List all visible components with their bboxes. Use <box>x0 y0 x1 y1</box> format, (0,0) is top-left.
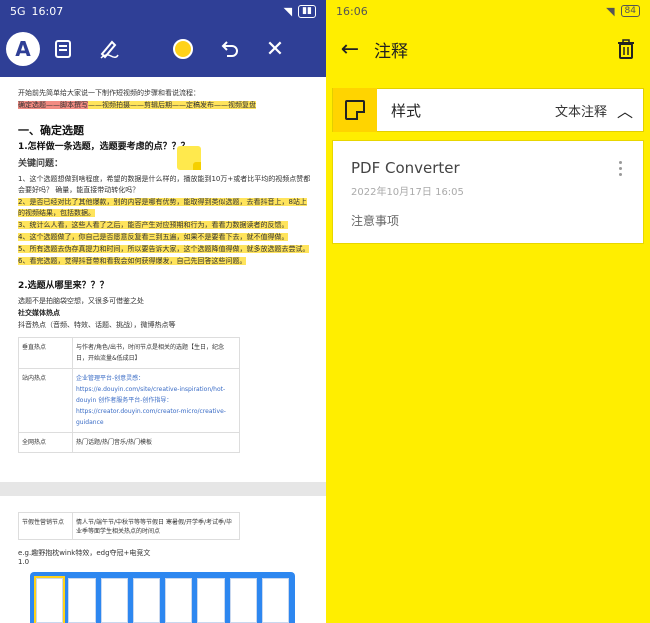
back-arrow-icon: ← <box>340 36 360 62</box>
app-header: ← 注释 <box>326 22 650 76</box>
close-icon: ✕ <box>265 36 285 62</box>
list-item: 2、是否已经对比了其他爆款，别的内容是哪有优势，能取得到类似选题，去看抖音上，8… <box>18 198 307 217</box>
table-row: 全网热点 热门话题/热门音乐/热门模板 <box>18 432 240 453</box>
hotspot-table: 垂直热点 与作者/角色/出书，时间节点是相关的选题【生日，纪念日，开始流量&低成日… <box>18 337 240 453</box>
wifi-icon: ◥ <box>283 4 293 18</box>
list-item: 3、统计么人看，这些人看了之后，能否产生对应预期和行为，看看力数据读者的反馈。 <box>18 221 289 229</box>
undo-button[interactable] <box>206 26 252 72</box>
question-heading: 1.怎样做一条选题，选题要考虑的点？？？ <box>18 142 190 152</box>
page-title: 注释 <box>374 41 408 62</box>
sticky-note-icon[interactable] <box>177 146 201 170</box>
table-row: 站内热点 企业管理平台-创意灵感：https://e.douyin.com/sit… <box>18 368 240 433</box>
chevron-up-icon[interactable]: ︿ <box>607 98 643 122</box>
status-time: 16:06 <box>336 4 368 18</box>
document-page[interactable]: 开始前先简单给大家说一下制作短视频的步骤和看说流程： 确定选题——脚本撰写——视… <box>0 77 326 482</box>
editor-top-bar: 5G 16:07 ◥ ▮▮ A ✕ <box>0 0 326 77</box>
doc-intro: 开始前先简单给大家说一下制作短视频的步骤和看说流程： <box>18 89 200 97</box>
back-button[interactable]: ← <box>326 37 374 62</box>
annotation-screen: 16:06 ◥ 84 ← 注释 样式 文本注释 ︿ PDF Converter … <box>326 0 650 623</box>
list-item: 4、这个选题做了，你自己是否愿意反复看三到五遍，如果不是要看下去，就不值得做。 <box>18 233 289 241</box>
list-item: 1、这个选题想做到啥程度，希望的数据是什么样的，播放能到10万+或者比平均的视频… <box>18 175 311 194</box>
close-button[interactable]: ✕ <box>252 26 298 72</box>
signal-indicator: 5G <box>10 4 26 18</box>
table-row: 节假性营销节点 情人节/端午节/中秋节等等节假日 寒暑假/开学季/考试季/毕业季等… <box>18 512 240 540</box>
page-thumbnail[interactable] <box>197 578 225 623</box>
delete-button[interactable] <box>602 22 650 76</box>
page-thumbnail[interactable] <box>261 578 289 623</box>
list-item: 5、所有选题去伪存真提力和时间，所以要告诉大家，这个选题降值得做，就多放选题去尝… <box>18 245 310 253</box>
section-heading: 一、确定选题 <box>18 124 84 137</box>
doc-text: 1.0 <box>18 558 30 566</box>
page-thumbnail[interactable] <box>229 578 257 623</box>
page-thumbnail[interactable] <box>132 578 160 623</box>
page-thumbnail-strip[interactable] <box>30 572 295 623</box>
doc-flow: 确定选题——脚本撰写——视频拍摄——剪辑后期——定稿发布——视频复盘 <box>18 100 312 111</box>
holiday-table: 节假性营销节点 情人节/端午节/中秋节等等节假日 寒暑假/开学季/考试季/毕业季等… <box>18 512 240 540</box>
doc-text: 选题不是拍脑袋空想，又很多可借鉴之处 <box>18 297 144 305</box>
draw-tool-button[interactable] <box>86 26 132 72</box>
page-separator <box>0 482 326 496</box>
doc-text: e.g.趣野抱枕wink特效，edg夺冠+电竞文 <box>18 549 151 557</box>
undo-icon <box>221 41 238 57</box>
note-date: 2022年10月17日 16:05 <box>351 187 464 198</box>
color-picker-button[interactable] <box>160 26 206 72</box>
note-title: PDF Converter <box>351 159 460 177</box>
page-thumbnail[interactable] <box>33 576 66 623</box>
status-bar: 16:06 ◥ 84 <box>326 0 650 22</box>
note-tool-button[interactable] <box>40 26 86 72</box>
list-item: 6、看完选题，觉得抖音带和看我会如何获得爆发，自己先回答这些问题。 <box>18 257 247 265</box>
style-selector[interactable]: 样式 文本注释 ︿ <box>332 88 644 132</box>
page-thumbnail[interactable] <box>165 578 193 623</box>
more-options-icon[interactable] <box>619 161 623 179</box>
doc-text: 抖音热点（音频、特效、话题、挑战），微博热点等 <box>18 321 176 329</box>
status-bar: 5G 16:07 ◥ ▮▮ <box>0 0 326 22</box>
sticky-note-icon <box>333 88 377 132</box>
battery-icon: 84 <box>620 5 640 17</box>
status-time: 16:07 <box>31 4 64 18</box>
annotation-card[interactable]: PDF Converter 2022年10月17日 16:05 注意事项 <box>332 140 644 244</box>
page-thumbnail[interactable] <box>68 578 96 623</box>
annotation-toolbar: A ✕ <box>0 26 326 72</box>
trash-icon <box>618 39 634 59</box>
wifi-icon: ◥ <box>606 4 615 18</box>
doc-subheading: 社交媒体热点 <box>18 309 60 317</box>
battery-icon: ▮▮ <box>298 4 316 18</box>
style-label: 样式 <box>391 101 422 120</box>
highlight-red: 确定选题——脚本撰写 <box>18 101 88 109</box>
page-thumbnail[interactable] <box>100 578 128 623</box>
note-body[interactable]: 注意事项 <box>351 212 625 229</box>
pdf-editor-screen: 5G 16:07 ◥ ▮▮ A ✕ 开始前先简单给大家说一下制作短视频的步骤和看… <box>0 0 326 623</box>
text-tool-button[interactable]: A <box>6 32 40 66</box>
color-swatch <box>173 39 193 59</box>
question-heading: 2.选题从哪里来？？？ <box>18 281 109 291</box>
key-issues-heading: 关键问题： <box>18 159 64 169</box>
note-list-icon <box>55 40 71 58</box>
highlight-yellow: ——视频拍摄——剪辑后期——定稿发布——视频复盘 <box>88 101 256 109</box>
pen-icon <box>100 40 119 59</box>
style-value: 文本注释 <box>554 104 607 120</box>
table-row: 垂直热点 与作者/角色/出书，时间节点是相关的选题【生日，纪念日，开始流量&低成日… <box>18 337 240 369</box>
